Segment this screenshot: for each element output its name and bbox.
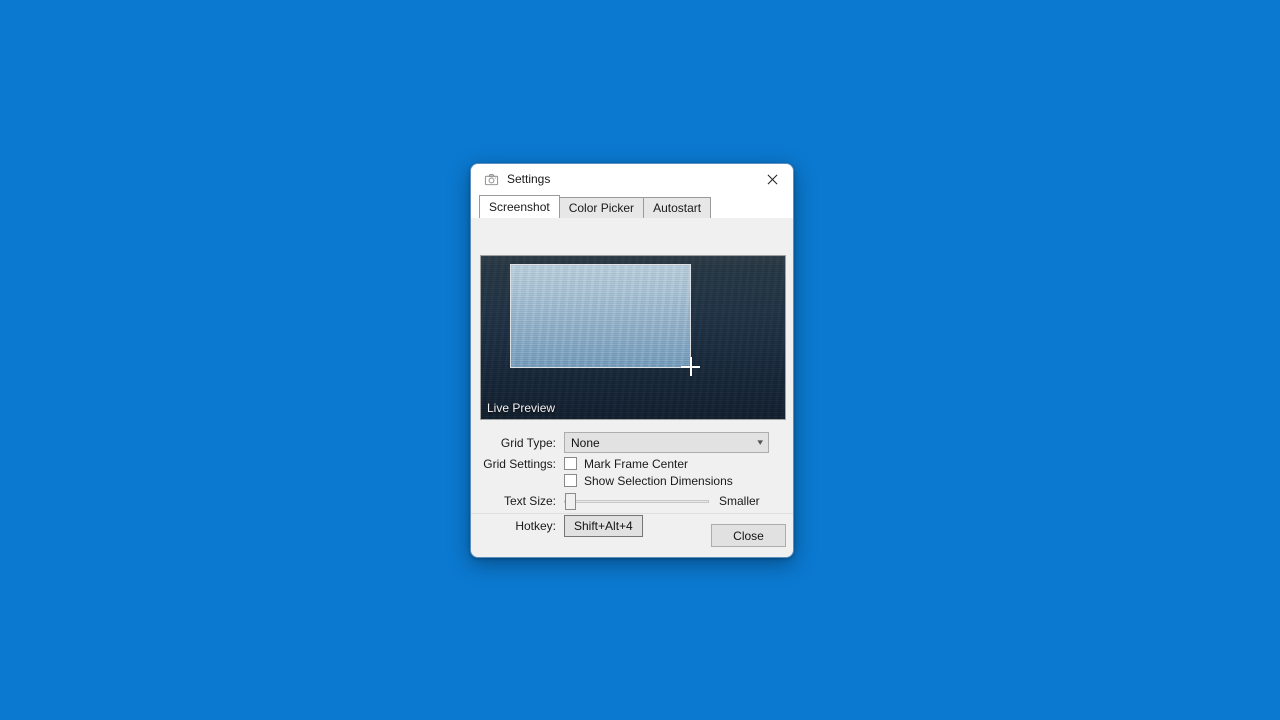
grid-settings-label: Grid Settings: xyxy=(483,456,556,471)
slider-track[interactable] xyxy=(564,500,709,503)
live-preview-panel[interactable]: Live Preview xyxy=(480,255,786,420)
crosshair-icon xyxy=(681,357,700,376)
tab-color-picker[interactable]: Color Picker xyxy=(558,197,645,218)
grid-type-select[interactable]: None ▾ xyxy=(564,432,769,453)
slider-thumb[interactable] xyxy=(565,493,576,510)
selection-rectangle[interactable] xyxy=(510,264,691,368)
tab-strip: Screenshot Color Picker Autostart xyxy=(471,194,793,218)
text-size-label: Text Size: xyxy=(503,494,556,508)
selection-photo xyxy=(511,265,690,367)
grid-settings-row-2: Show Selection Dimensions xyxy=(471,474,793,487)
close-icon xyxy=(767,174,777,184)
checkbox-mark-frame-center[interactable]: Mark Frame Center xyxy=(564,457,688,470)
checkbox-label: Show Selection Dimensions xyxy=(584,473,733,488)
grid-type-label: Grid Type: xyxy=(500,435,556,450)
hotkey-row: Hotkey: Shift+Alt+4 xyxy=(471,515,793,537)
tab-screenshot[interactable]: Screenshot xyxy=(479,195,560,218)
live-preview-label: Live Preview xyxy=(487,401,556,415)
text-size-value: Smaller xyxy=(719,494,760,508)
tab-autostart[interactable]: Autostart xyxy=(643,197,712,218)
hotkey-button[interactable]: Shift+Alt+4 xyxy=(564,515,643,537)
hotkey-label: Hotkey: xyxy=(515,519,556,533)
window-title: Settings xyxy=(507,172,551,186)
close-window-button[interactable] xyxy=(751,164,793,194)
dialog-body: Screenshot Color Picker Autostart Live P… xyxy=(471,194,793,537)
checkbox-show-selection-dimensions[interactable]: Show Selection Dimensions xyxy=(564,474,733,487)
title-bar: Settings xyxy=(471,164,793,194)
grid-settings-row-1: Grid Settings: Mark Frame Center xyxy=(471,457,793,470)
chevron-down-icon: ▾ xyxy=(757,437,764,447)
settings-form: Grid Type: None ▾ Grid Settings: Mark Fr… xyxy=(471,432,793,541)
checkbox-label: Mark Frame Center xyxy=(584,456,689,471)
settings-dialog: Settings Screenshot Color Picker Autosta… xyxy=(470,163,794,558)
text-size-row: Text Size: Smaller xyxy=(471,491,793,511)
text-size-slider[interactable] xyxy=(564,491,709,511)
camera-icon xyxy=(483,171,499,187)
grid-type-row: Grid Type: None ▾ xyxy=(471,432,793,453)
grid-type-value: None xyxy=(571,435,600,450)
checkbox-box[interactable] xyxy=(564,474,577,487)
checkbox-box[interactable] xyxy=(564,457,577,470)
